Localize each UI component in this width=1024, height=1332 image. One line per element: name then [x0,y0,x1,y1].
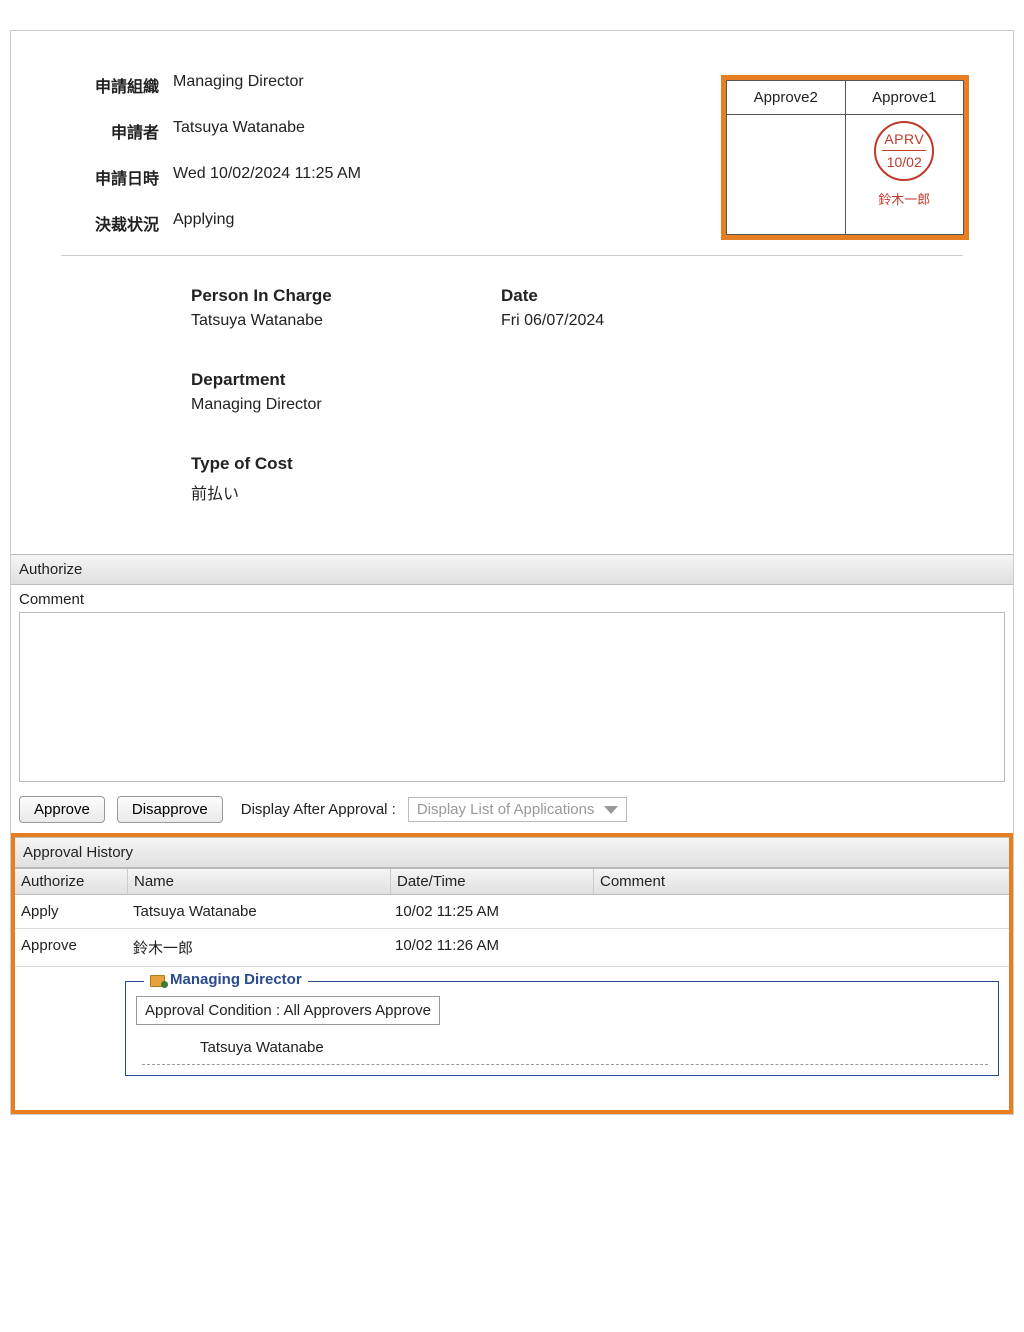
approval-history-section: Approval History Authorize Name Date/Tim… [11,833,1013,1114]
stamp-cell-approve1: APRV 10/02 鈴木一郎 [845,114,964,234]
stamp-date-text: 10/02 [876,154,932,170]
application-meta: 申請組織 Managing Director 申請者 Tatsuya Watan… [81,61,369,247]
type-of-cost-value: 前払い [191,480,501,504]
meta-applicant-label: 申請者 [83,109,165,153]
stamp-approver-name: 鈴木一郎 [847,189,963,208]
history-col-datetime: Date/Time [391,869,594,894]
authorize-section-header: Authorize [11,554,1013,585]
meta-org-value: Managing Director [167,63,367,107]
approval-stamp-box: Approve2 Approve1 APRV 10/02 鈴木一郎 [721,75,969,240]
history-row: Approve 鈴木一郎 10/02 11:26 AM [15,929,1009,967]
history-col-name: Name [128,869,391,894]
history-col-comment: Comment [594,869,1009,894]
approval-condition-value: All Approvers Approve [283,1002,431,1019]
person-in-charge-value: Tatsuya Watanabe [191,312,501,330]
approval-condition-box: Approval Condition : All Approvers Appro… [136,996,440,1025]
history-cell-comment [591,929,1009,966]
stamp-aprv-text: APRV [876,131,932,147]
chevron-down-icon [604,806,618,814]
history-cell-auth: Approve [15,929,127,966]
detail-date-value: Fri 06/07/2024 [501,312,943,330]
approval-history-header: Approval History [15,837,1009,868]
display-after-approval-value: Display List of Applications [417,801,595,818]
meta-date-label: 申請日時 [83,155,165,199]
history-cell-auth: Apply [15,895,127,928]
meta-applicant-value: Tatsuya Watanabe [167,109,367,153]
department-value: Managing Director [191,396,501,414]
stamp-header-approve1: Approve1 [845,81,964,115]
meta-org-label: 申請組織 [83,63,165,107]
history-row: Apply Tatsuya Watanabe 10/02 11:25 AM [15,895,1009,929]
divider [61,255,963,256]
meta-date-value: Wed 10/02/2024 11:25 AM [167,155,367,199]
person-in-charge-label: Person In Charge [191,286,501,306]
flow-legend-label: Managing Director [170,971,302,988]
display-after-approval-label: Display After Approval : [241,801,396,818]
meta-status-label: 決裁状況 [83,201,165,245]
comment-label: Comment [11,585,1013,612]
display-after-approval-select[interactable]: Display List of Applications [408,797,628,822]
approval-flow-box: Managing Director Approval Condition : A… [125,981,999,1076]
stamp-header-approve2: Approve2 [727,81,846,115]
detail-date-label: Date [501,286,943,306]
type-of-cost-label: Type of Cost [191,454,501,474]
comment-input[interactable] [19,612,1005,782]
approve-button[interactable]: Approve [19,796,105,823]
department-label: Department [191,370,501,390]
approval-condition-label: Approval Condition : [145,1002,280,1019]
approval-stamp-icon: APRV 10/02 [874,121,934,181]
history-cell-name: Tatsuya Watanabe [127,895,389,928]
dashed-divider [142,1064,988,1065]
meta-status-value: Applying [167,201,367,245]
history-cell-name: 鈴木一郎 [127,929,389,966]
history-cell-date: 10/02 11:26 AM [389,929,591,966]
history-col-authorize: Authorize [15,869,128,894]
flow-member-name: Tatsuya Watanabe [136,1035,988,1062]
disapprove-button[interactable]: Disapprove [117,796,223,823]
history-cell-date: 10/02 11:25 AM [389,895,591,928]
history-cell-comment [591,895,1009,928]
folder-group-icon [150,973,166,987]
stamp-cell-approve2 [727,114,846,234]
